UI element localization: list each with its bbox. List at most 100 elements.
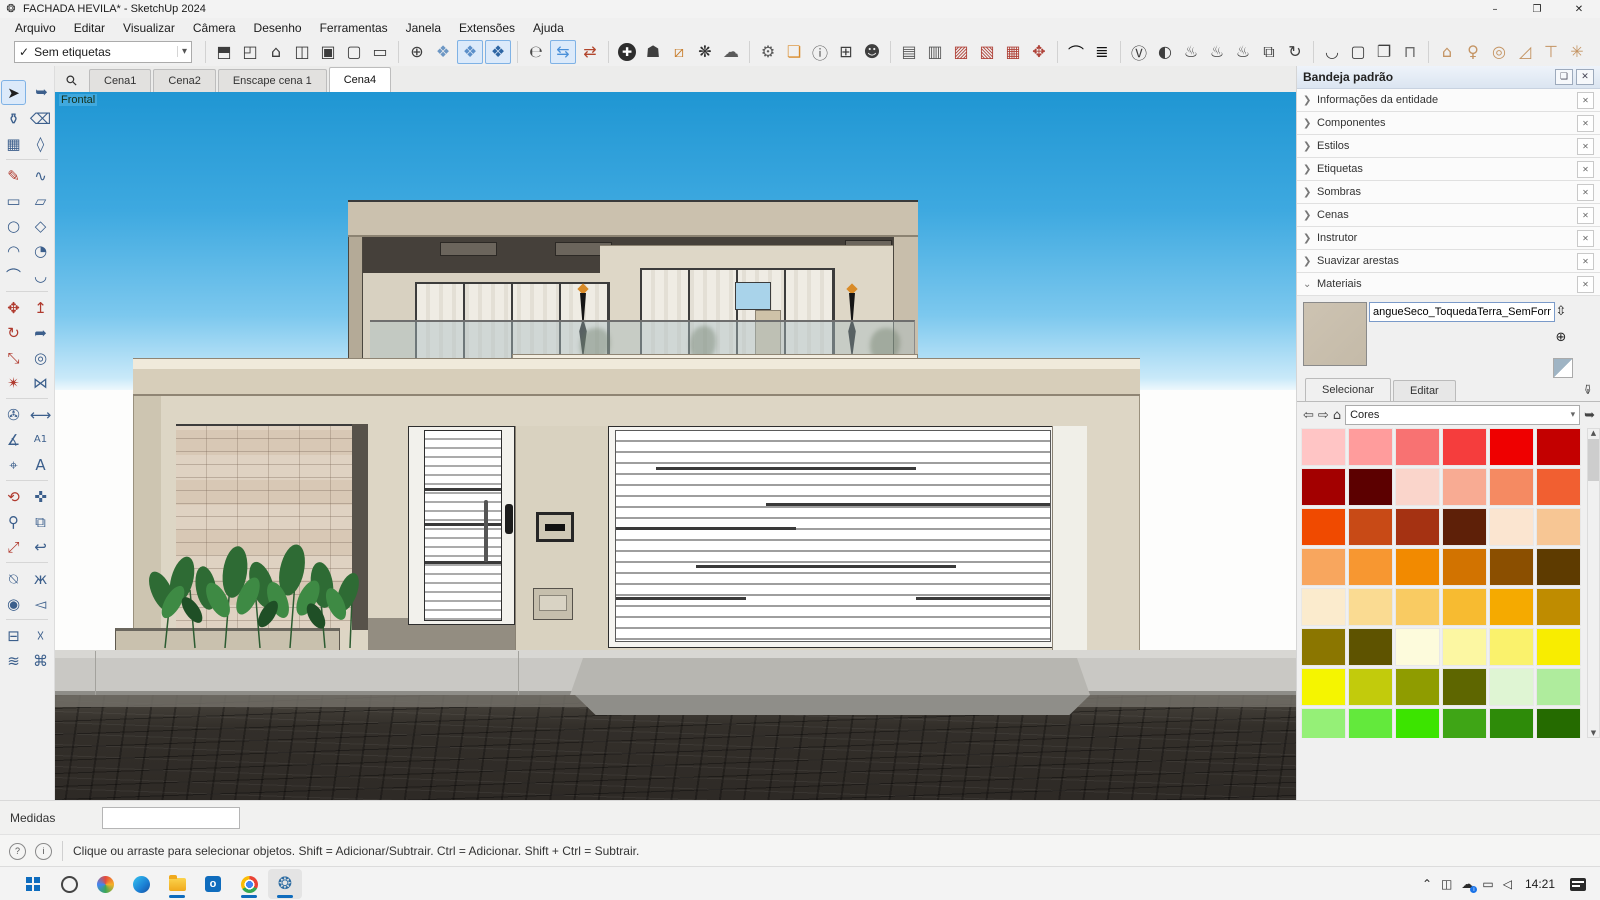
menu-item-janela[interactable]: Janela <box>397 21 450 35</box>
color-swatch[interactable] <box>1536 548 1581 586</box>
color-swatch[interactable] <box>1442 548 1487 586</box>
info-icon[interactable]: i <box>35 843 52 860</box>
color-swatch[interactable] <box>1442 508 1487 546</box>
section-close-icon[interactable]: ✕ <box>1577 276 1594 293</box>
enscape-start-icon[interactable]: ⌂ <box>1434 40 1460 64</box>
color-swatch[interactable] <box>1536 508 1581 546</box>
forward-arrow-icon[interactable]: ⇨ <box>1318 408 1329 423</box>
flip-tool[interactable]: ⋈ <box>29 371 52 394</box>
color-swatch[interactable] <box>1348 588 1393 626</box>
details-icon[interactable]: ➥ <box>1584 408 1595 423</box>
vray-update-icon[interactable]: ↻ <box>1282 40 1308 64</box>
vray-assets-icon[interactable]: ◐ <box>1152 40 1178 64</box>
color-swatch[interactable] <box>1395 708 1440 738</box>
gear-flower-icon[interactable]: ❋ <box>692 40 718 64</box>
section-close-icon[interactable]: ✕ <box>1577 92 1594 109</box>
section-close-icon[interactable]: ✕ <box>1577 161 1594 178</box>
color-swatch[interactable] <box>1489 708 1534 738</box>
app-edge[interactable] <box>124 869 158 899</box>
color-swatch[interactable] <box>1536 588 1581 626</box>
menu-item-editar[interactable]: Editar <box>65 21 114 35</box>
section-close-icon[interactable]: ✕ <box>1577 253 1594 270</box>
collection-dropdown[interactable]: Cores ▾ <box>1345 405 1580 425</box>
color-swatch[interactable] <box>1348 548 1393 586</box>
section-fill-tool[interactable]: ≋ <box>2 649 25 672</box>
walk-tool[interactable]: ж <box>29 567 52 590</box>
model-viewport[interactable]: Frontal <box>55 92 1296 800</box>
enscape-sun-icon[interactable]: ✳ <box>1564 40 1590 64</box>
color-swatch[interactable] <box>1536 428 1581 466</box>
color-swatch[interactable] <box>1301 468 1346 506</box>
curve-tool-icon[interactable]: ⌒ <box>1063 40 1089 64</box>
look-around-tool[interactable]: ◉ <box>2 592 25 615</box>
scene-tab-cena1[interactable]: Cena1 <box>89 69 151 92</box>
sync-swap-icon[interactable]: ⇆ <box>550 40 576 64</box>
section-plane-tool[interactable]: ⊟ <box>2 624 25 647</box>
color-swatch[interactable] <box>1489 668 1534 706</box>
lock-icon[interactable]: ⊓ <box>1397 40 1423 64</box>
color-swatch[interactable] <box>1489 548 1534 586</box>
app-photos[interactable] <box>88 869 122 899</box>
list-tool-icon[interactable]: ≣ <box>1089 40 1115 64</box>
color-swatch[interactable] <box>1395 508 1440 546</box>
scene-tab-cena2[interactable]: Cena2 <box>153 69 215 92</box>
view-home-icon[interactable]: ⌂ <box>263 40 289 64</box>
cloud-download-icon[interactable]: ☁ <box>718 40 744 64</box>
texture-tool-1-icon[interactable]: ▨ <box>948 40 974 64</box>
eyedropper-icon[interactable]: ✑ <box>1579 384 1594 395</box>
offset-tool[interactable]: ◎ <box>29 346 52 369</box>
three-point-arc-tool[interactable]: ◡ <box>29 264 52 287</box>
arc-tool[interactable]: ◠ <box>2 239 25 262</box>
tray-section-instrutor[interactable]: ❯Instrutor✕ <box>1297 227 1600 250</box>
eraser-tool[interactable]: ⌫ <box>29 107 52 130</box>
tray-section-cenas[interactable]: ❯Cenas✕ <box>1297 204 1600 227</box>
color-swatch[interactable] <box>1489 428 1534 466</box>
cart-icon[interactable]: ⊞ <box>833 40 859 64</box>
section-display-tool[interactable]: ☓ <box>29 624 52 647</box>
color-swatch[interactable] <box>1301 668 1346 706</box>
color-swatch[interactable] <box>1395 468 1440 506</box>
axes-origin-tool[interactable]: ⌖ <box>2 453 25 476</box>
close-button[interactable]: ✕ <box>1558 0 1600 18</box>
view-back-icon[interactable]: ▢ <box>341 40 367 64</box>
tray-close-icon[interactable]: ✕ <box>1576 69 1594 85</box>
vray-render-icon[interactable]: ♨ <box>1178 40 1204 64</box>
color-swatch[interactable] <box>1301 708 1346 738</box>
color-swatch[interactable] <box>1301 508 1346 546</box>
polygon-tool[interactable]: ◇ <box>29 214 52 237</box>
tray-section-informacoes-da-entidade[interactable]: ❯Informações da entidade✕ <box>1297 89 1600 112</box>
rectangle-tool[interactable]: ▭ <box>2 189 25 212</box>
app-sketchup[interactable]: ❂ <box>268 869 302 899</box>
follow-me-tool[interactable]: ➦ <box>29 321 52 344</box>
texture-move-icon[interactable]: ✥ <box>1026 40 1052 64</box>
tray-section-sombras[interactable]: ❯Sombras✕ <box>1297 181 1600 204</box>
previous-view-tool[interactable]: ↩ <box>29 535 52 558</box>
tray-section-materiais[interactable]: ⌄Materiais✕ <box>1297 273 1600 296</box>
material-preview-swatch[interactable] <box>1303 302 1367 366</box>
section-close-icon[interactable]: ✕ <box>1577 230 1594 247</box>
menu-item-ajuda[interactable]: Ajuda <box>524 21 573 35</box>
menu-item-visualizar[interactable]: Visualizar <box>114 21 184 35</box>
color-swatch[interactable] <box>1348 468 1393 506</box>
vray-cloud-icon[interactable]: ♨ <box>1230 40 1256 64</box>
style-cube-active-icon[interactable]: ❖ <box>457 40 483 64</box>
vray-fb-icon[interactable]: ▢ <box>1345 40 1371 64</box>
color-swatch[interactable] <box>1301 628 1346 666</box>
vray-frame-icon[interactable]: ⧉ <box>1256 40 1282 64</box>
color-swatch[interactable] <box>1395 588 1440 626</box>
scene-tab-enscape-cena-1[interactable]: Enscape cena 1 <box>218 69 327 92</box>
taskbar-clock[interactable]: 14:21 <box>1525 877 1555 891</box>
menu-item-arquivo[interactable]: Arquivo <box>6 21 65 35</box>
tray-pin-icon[interactable]: ❏ <box>1555 69 1573 85</box>
settings-gears-icon[interactable]: ⚙ <box>755 40 781 64</box>
pan-tool[interactable]: ✜ <box>29 485 52 508</box>
text-tool[interactable]: A1 <box>29 428 52 451</box>
color-swatch[interactable] <box>1489 508 1534 546</box>
materials-tab-editar[interactable]: Editar <box>1393 380 1456 401</box>
secondary-pane-icon[interactable]: ⇳ <box>1551 302 1571 320</box>
zoom-extents-tool[interactable]: ⤢ <box>2 535 25 558</box>
app-chrome[interactable] <box>232 869 266 899</box>
view-left-icon[interactable]: ◫ <box>289 40 315 64</box>
push-pull-tool[interactable]: ↥ <box>29 296 52 319</box>
enscape-icon[interactable]: ℮ <box>523 40 549 64</box>
